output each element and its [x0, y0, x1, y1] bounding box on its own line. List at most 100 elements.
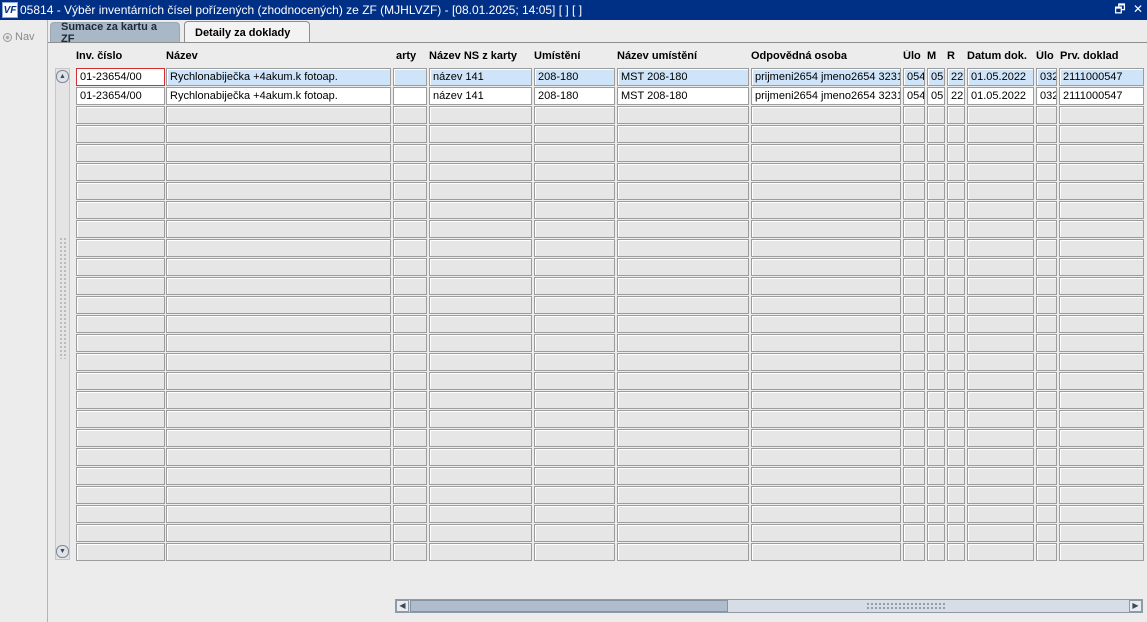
cell-ulo-2[interactable]: [1036, 125, 1057, 143]
cell-rok[interactable]: [947, 239, 965, 257]
cell-prv-doklad[interactable]: [1059, 467, 1144, 485]
cell-inv-cislo[interactable]: [76, 467, 165, 485]
cell-nazev-karty[interactable]: [393, 334, 427, 352]
cell-nazev-karty[interactable]: [393, 201, 427, 219]
cell-nazev-ns[interactable]: [429, 467, 532, 485]
cell-nazev-karty[interactable]: [393, 163, 427, 181]
cell-nazev[interactable]: [166, 163, 391, 181]
cell-ulo[interactable]: [903, 429, 925, 447]
cell-nazev-karty[interactable]: [393, 543, 427, 561]
cell-nazev-ns[interactable]: [429, 125, 532, 143]
cell-nazev-umisteni[interactable]: [617, 182, 749, 200]
cell-ulo-2[interactable]: [1036, 182, 1057, 200]
cell-umisteni[interactable]: [534, 353, 615, 371]
cell-nazev-umisteni[interactable]: [617, 125, 749, 143]
cell-rok[interactable]: [947, 334, 965, 352]
cell-nazev-umisteni[interactable]: [617, 486, 749, 504]
cell-nazev-karty[interactable]: [393, 410, 427, 428]
cell-odpovedna-osoba[interactable]: prijmeni2654 jmeno2654 32316: [751, 68, 901, 86]
cell-nazev-karty[interactable]: [393, 68, 427, 86]
cell-datum-dok[interactable]: [967, 201, 1034, 219]
cell-inv-cislo[interactable]: [76, 372, 165, 390]
cell-umisteni[interactable]: [534, 144, 615, 162]
cell-datum-dok[interactable]: [967, 296, 1034, 314]
cell-nazev[interactable]: [166, 524, 391, 542]
cell-umisteni[interactable]: [534, 201, 615, 219]
cell-inv-cislo[interactable]: [76, 429, 165, 447]
cell-datum-dok[interactable]: [967, 524, 1034, 542]
cell-nazev[interactable]: [166, 239, 391, 257]
cell-nazev-umisteni[interactable]: [617, 372, 749, 390]
cell-ulo[interactable]: [903, 201, 925, 219]
cell-datum-dok[interactable]: [967, 220, 1034, 238]
cell-datum-dok[interactable]: [967, 353, 1034, 371]
cell-inv-cislo[interactable]: [76, 524, 165, 542]
cell-prv-doklad[interactable]: [1059, 220, 1144, 238]
cell-nazev-ns[interactable]: [429, 543, 532, 561]
cell-umisteni[interactable]: 208-180: [534, 87, 615, 105]
cell-mesic[interactable]: [927, 296, 945, 314]
tab-detaily[interactable]: Detaily za doklady: [184, 21, 310, 43]
cell-umisteni[interactable]: [534, 372, 615, 390]
cell-rok[interactable]: [947, 391, 965, 409]
cell-odpovedna-osoba[interactable]: [751, 486, 901, 504]
cell-ulo-2[interactable]: [1036, 315, 1057, 333]
cell-mesic[interactable]: [927, 125, 945, 143]
cell-prv-doklad[interactable]: [1059, 182, 1144, 200]
cell-prv-doklad[interactable]: [1059, 524, 1144, 542]
cell-datum-dok[interactable]: [967, 258, 1034, 276]
cell-nazev-karty[interactable]: [393, 296, 427, 314]
cell-ulo[interactable]: [903, 277, 925, 295]
cell-nazev-umisteni[interactable]: MST 208-180: [617, 87, 749, 105]
cell-rok[interactable]: [947, 467, 965, 485]
cell-nazev-umisteni[interactable]: [617, 296, 749, 314]
cell-nazev-umisteni[interactable]: [617, 163, 749, 181]
cell-odpovedna-osoba[interactable]: [751, 334, 901, 352]
cell-inv-cislo[interactable]: [76, 163, 165, 181]
cell-mesic[interactable]: [927, 391, 945, 409]
cell-nazev-karty[interactable]: [393, 505, 427, 523]
cell-odpovedna-osoba[interactable]: [751, 543, 901, 561]
cell-nazev-umisteni[interactable]: [617, 505, 749, 523]
cell-nazev-ns[interactable]: [429, 144, 532, 162]
cell-ulo-2[interactable]: [1036, 239, 1057, 257]
nav-radio-icon[interactable]: [3, 32, 12, 42]
cell-nazev-umisteni[interactable]: [617, 334, 749, 352]
cell-datum-dok[interactable]: [967, 125, 1034, 143]
cell-umisteni[interactable]: [534, 391, 615, 409]
cell-nazev-karty[interactable]: [393, 524, 427, 542]
cell-umisteni[interactable]: [534, 543, 615, 561]
cell-ulo-2[interactable]: [1036, 353, 1057, 371]
cell-mesic[interactable]: [927, 334, 945, 352]
cell-ulo[interactable]: [903, 125, 925, 143]
cell-umisteni[interactable]: [534, 163, 615, 181]
cell-nazev-ns[interactable]: [429, 315, 532, 333]
cell-nazev-ns[interactable]: [429, 296, 532, 314]
cell-ulo[interactable]: [903, 144, 925, 162]
cell-rok[interactable]: [947, 429, 965, 447]
cell-nazev-umisteni[interactable]: [617, 201, 749, 219]
cell-umisteni[interactable]: [534, 182, 615, 200]
cell-umisteni[interactable]: [534, 239, 615, 257]
cell-odpovedna-osoba[interactable]: [751, 163, 901, 181]
cell-datum-dok[interactable]: [967, 182, 1034, 200]
cell-nazev-karty[interactable]: [393, 353, 427, 371]
cell-nazev-umisteni[interactable]: [617, 239, 749, 257]
cell-rok[interactable]: 22: [947, 68, 965, 86]
cell-ulo-2[interactable]: [1036, 144, 1057, 162]
cell-ulo-2[interactable]: [1036, 448, 1057, 466]
cell-nazev-ns[interactable]: [429, 258, 532, 276]
cell-ulo-2[interactable]: [1036, 220, 1057, 238]
cell-nazev[interactable]: [166, 448, 391, 466]
cell-datum-dok[interactable]: [967, 505, 1034, 523]
cell-rok[interactable]: [947, 220, 965, 238]
tab-sumace[interactable]: Sumace za kartu a ZF: [50, 21, 180, 45]
cell-nazev-umisteni[interactable]: [617, 448, 749, 466]
cell-rok[interactable]: [947, 543, 965, 561]
cell-prv-doklad[interactable]: 2111000547: [1059, 87, 1144, 105]
cell-ulo[interactable]: [903, 372, 925, 390]
cell-nazev-ns[interactable]: [429, 334, 532, 352]
cell-datum-dok[interactable]: [967, 163, 1034, 181]
cell-mesic[interactable]: [927, 201, 945, 219]
cell-odpovedna-osoba[interactable]: [751, 220, 901, 238]
